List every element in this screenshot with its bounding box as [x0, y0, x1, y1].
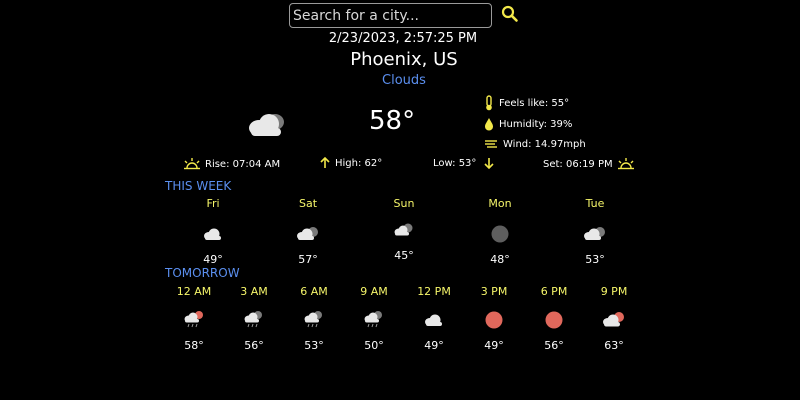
- cloud-sun-icon: [603, 312, 624, 327]
- hour-temperature: 58°: [184, 339, 204, 352]
- cloud-dark-icon: [584, 227, 605, 240]
- city-name: Phoenix, US: [350, 49, 458, 70]
- forecast-hour: 6 AM 53°: [284, 285, 344, 352]
- forecast-day: Fri 49°: [183, 197, 243, 266]
- cloud-dark-icon: [297, 227, 318, 240]
- day-temperature: 45°: [394, 249, 414, 262]
- humidity-row: Humidity: 39%: [484, 117, 572, 131]
- search-input[interactable]: [290, 4, 488, 27]
- day-label: Mon: [488, 197, 512, 210]
- weather-app: 2/23/2023, 2:57:25 PM Phoenix, US Clouds…: [0, 0, 800, 400]
- sunset-text: Set: 06:19 PM: [543, 158, 613, 170]
- day-label: Sun: [393, 197, 415, 210]
- low-temp-text: Low: 53°: [433, 157, 477, 169]
- day-temperature: 57°: [298, 253, 318, 266]
- humidity-text: Humidity: 39%: [499, 118, 573, 130]
- sun-icon: [485, 311, 503, 329]
- forecast-hour: 3 PM 49°: [464, 285, 524, 352]
- forecast-day: Sat 57°: [278, 197, 338, 266]
- hour-label: 3 PM: [480, 285, 508, 298]
- forecast-day: Sun 45°: [374, 197, 434, 262]
- cloud-dark-icon: [394, 223, 413, 236]
- sunrise-icon: [184, 158, 200, 170]
- day-label: Fri: [206, 197, 220, 210]
- feels-like-row: Feels like: 55°: [484, 95, 569, 111]
- high-temp-info: High: 62°: [320, 157, 382, 169]
- day-label: Tue: [585, 197, 605, 210]
- thermometer-icon: [486, 95, 492, 111]
- cloud-icon: [249, 114, 284, 136]
- cloud-rain-moon-icon: [184, 311, 203, 328]
- sunset-icon: [617, 158, 634, 170]
- hour-label: 9 PM: [600, 285, 628, 298]
- hour-temperature: 49°: [424, 339, 444, 352]
- hour-label: 3 AM: [240, 285, 268, 298]
- forecast-hour: 9 AM 50°: [344, 285, 404, 352]
- cloud-icon: [425, 314, 442, 326]
- hour-label: 12 PM: [417, 285, 451, 298]
- forecast-hour: 12 AM 58°: [164, 285, 224, 352]
- search-icon[interactable]: [500, 4, 520, 24]
- cloud-icon: [204, 228, 221, 240]
- hour-label: 9 AM: [360, 285, 388, 298]
- day-temperature: 49°: [203, 253, 223, 266]
- current-temperature: 58°: [369, 106, 416, 136]
- forecast-hour: 6 PM 56°: [524, 285, 584, 352]
- forecast-hour: 3 AM 56°: [224, 285, 284, 352]
- sunrise-info: Rise: 07:04 AM: [182, 157, 280, 171]
- feels-like-text: Feels like: 55°: [499, 97, 570, 109]
- hour-temperature: 56°: [244, 339, 264, 352]
- overcast-dot-icon: [491, 225, 509, 243]
- hour-temperature: 49°: [484, 339, 504, 352]
- low-temp-info: Low: 53°: [433, 157, 494, 169]
- date-time: 2/23/2023, 2:57:25 PM: [328, 31, 478, 46]
- high-temp-text: High: 62°: [335, 157, 383, 169]
- hour-label: 6 PM: [540, 285, 568, 298]
- sunset-info: Set: 06:19 PM: [543, 157, 636, 171]
- forecast-day: Mon 48°: [470, 197, 530, 266]
- arrow-down-icon: [484, 158, 494, 169]
- day-temperature: 48°: [490, 253, 510, 266]
- cloud-rain-icon: [304, 311, 322, 328]
- cloud-rain-icon: [244, 311, 262, 328]
- this-week-title: THIS WEEK: [165, 179, 232, 193]
- hour-temperature: 63°: [604, 339, 624, 352]
- hour-temperature: 53°: [304, 339, 324, 352]
- weather-condition: Clouds: [382, 73, 426, 88]
- hour-label: 12 AM: [176, 285, 212, 298]
- sun-icon: [545, 311, 563, 329]
- forecast-day: Tue 53°: [565, 197, 625, 266]
- hour-temperature: 50°: [364, 339, 384, 352]
- droplet-icon: [485, 118, 493, 131]
- day-temperature: 53°: [585, 253, 605, 266]
- arrow-up-icon: [320, 157, 330, 168]
- wind-text: Wind: 14.97mph: [503, 138, 586, 150]
- wind-row: Wind: 14.97mph: [484, 138, 586, 150]
- wind-icon: [485, 140, 497, 148]
- tomorrow-title: TOMORROW: [165, 266, 240, 280]
- cloud-rain-icon: [364, 311, 382, 328]
- search-box[interactable]: [289, 3, 492, 28]
- sunrise-text: Rise: 07:04 AM: [205, 158, 281, 170]
- hour-label: 6 AM: [300, 285, 328, 298]
- day-label: Sat: [298, 197, 318, 210]
- forecast-hour: 9 PM 63°: [584, 285, 644, 352]
- hour-temperature: 56°: [544, 339, 564, 352]
- forecast-hour: 12 PM 49°: [404, 285, 464, 352]
